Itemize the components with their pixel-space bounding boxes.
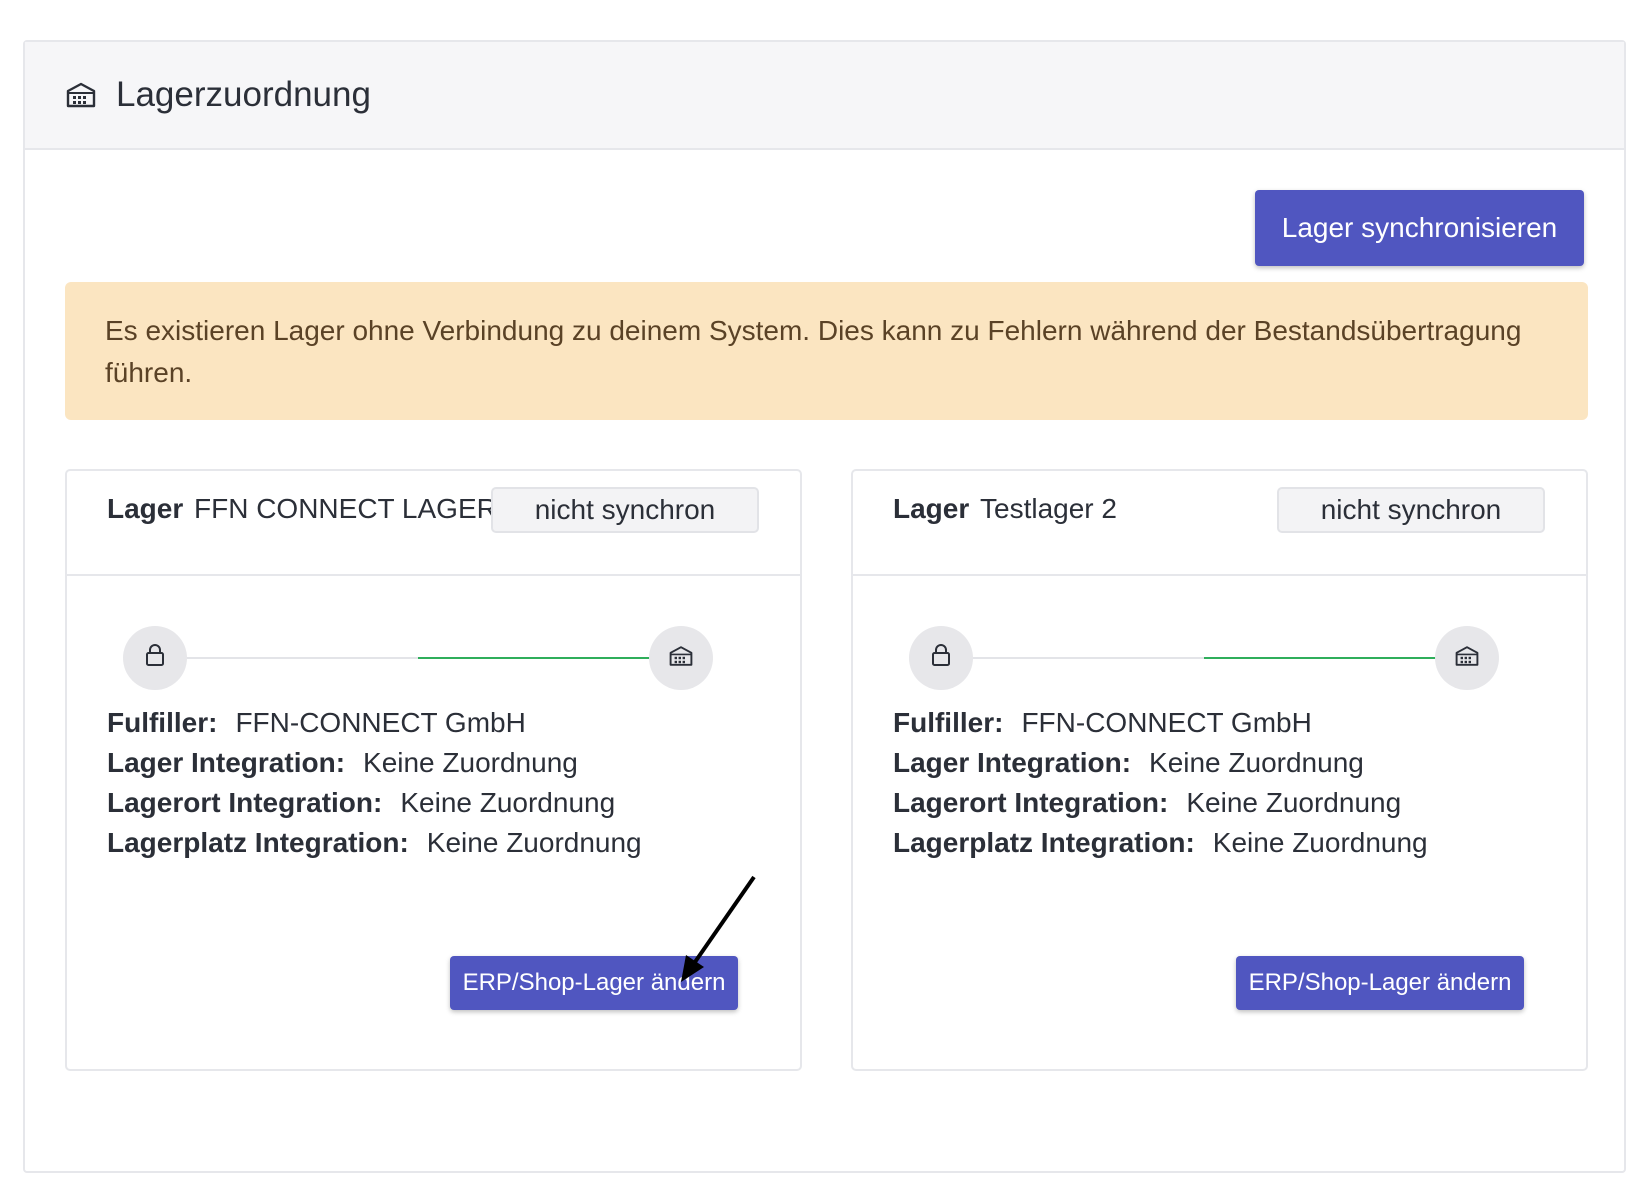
detail-label: Fulfiller:	[893, 707, 1004, 738]
connection-track	[909, 626, 1499, 690]
shop-node	[909, 626, 973, 690]
warehouse-name: Testlager 2	[980, 493, 1117, 524]
detail-label: Lagerplatz Integration:	[893, 827, 1195, 858]
sync-warehouses-button[interactable]: Lager synchronisieren	[1255, 190, 1584, 266]
detail-value: Keine Zuordnung	[1149, 747, 1364, 778]
connection-track	[123, 626, 713, 690]
detail-label: Lager Integration:	[893, 747, 1132, 778]
warehouse-card-header: Lager Testlager 2 nicht synchron	[853, 471, 1586, 576]
detail-row-lager-integration: Lager Integration: Keine Zuordnung	[893, 743, 1428, 783]
warehouse-keyword: Lager	[893, 493, 970, 524]
shopping-bag-icon	[143, 643, 167, 673]
shop-node	[123, 626, 187, 690]
warehouse-details: Fulfiller: FFN-CONNECT GmbH Lager Integra…	[107, 703, 642, 863]
detail-row-lagerort-integration: Lagerort Integration: Keine Zuordnung	[107, 783, 642, 823]
change-erp-warehouse-button[interactable]: ERP/Shop-Lager ändern	[450, 956, 738, 1010]
status-badge: nicht synchron	[1277, 487, 1545, 533]
detail-value: Keine Zuordnung	[426, 827, 642, 858]
detail-row-lager-integration: Lager Integration: Keine Zuordnung	[107, 743, 642, 783]
detail-label: Lagerort Integration:	[893, 787, 1169, 818]
warehouse-node	[1435, 626, 1499, 690]
detail-label: Lagerort Integration:	[107, 787, 383, 818]
warehouse-keyword: Lager	[107, 493, 184, 524]
warning-alert: Es existieren Lager ohne Verbindung zu d…	[65, 282, 1588, 420]
connection-line-active	[418, 657, 651, 659]
warehouse-node	[649, 626, 713, 690]
detail-row-fulfiller: Fulfiller: FFN-CONNECT GmbH	[107, 703, 642, 743]
warehouse-card: Lager Testlager 2 nicht synchron Fulfill…	[851, 469, 1588, 1071]
warehouse-card-header: Lager FFN CONNECT LAGER nicht synchron	[67, 471, 800, 576]
detail-row-lagerplatz-integration: Lagerplatz Integration: Keine Zuordnung	[107, 823, 642, 863]
panel-header: Lagerzuordnung	[25, 42, 1624, 150]
detail-row-fulfiller: Fulfiller: FFN-CONNECT GmbH	[893, 703, 1428, 743]
warehouse-card: Lager FFN CONNECT LAGER nicht synchron F…	[65, 469, 802, 1071]
connection-line-active	[1204, 657, 1437, 659]
status-badge: nicht synchron	[491, 487, 759, 533]
change-erp-warehouse-button[interactable]: ERP/Shop-Lager ändern	[1236, 956, 1524, 1010]
warehouse-details: Fulfiller: FFN-CONNECT GmbH Lager Integra…	[893, 703, 1428, 863]
detail-value: Keine Zuordnung	[1212, 827, 1428, 858]
detail-row-lagerplatz-integration: Lagerplatz Integration: Keine Zuordnung	[893, 823, 1428, 863]
shopping-bag-icon	[929, 643, 953, 673]
detail-label: Lager Integration:	[107, 747, 346, 778]
detail-value: FFN-CONNECT GmbH	[1021, 707, 1312, 738]
warehouse-icon	[1455, 645, 1479, 672]
detail-value: Keine Zuordnung	[363, 747, 578, 778]
detail-label: Fulfiller:	[107, 707, 218, 738]
warehouse-name: FFN CONNECT LAGER	[194, 493, 497, 524]
warehouse-icon	[66, 81, 98, 109]
page-title: Lagerzuordnung	[116, 75, 371, 114]
warehouse-icon	[669, 645, 693, 672]
detail-value: FFN-CONNECT GmbH	[235, 707, 526, 738]
warehouse-mapping-panel: Lagerzuordnung Lager synchronisieren Es …	[23, 40, 1626, 1173]
detail-label: Lagerplatz Integration:	[107, 827, 409, 858]
detail-value: Keine Zuordnung	[400, 787, 616, 818]
detail-row-lagerort-integration: Lagerort Integration: Keine Zuordnung	[893, 783, 1428, 823]
detail-value: Keine Zuordnung	[1186, 787, 1402, 818]
